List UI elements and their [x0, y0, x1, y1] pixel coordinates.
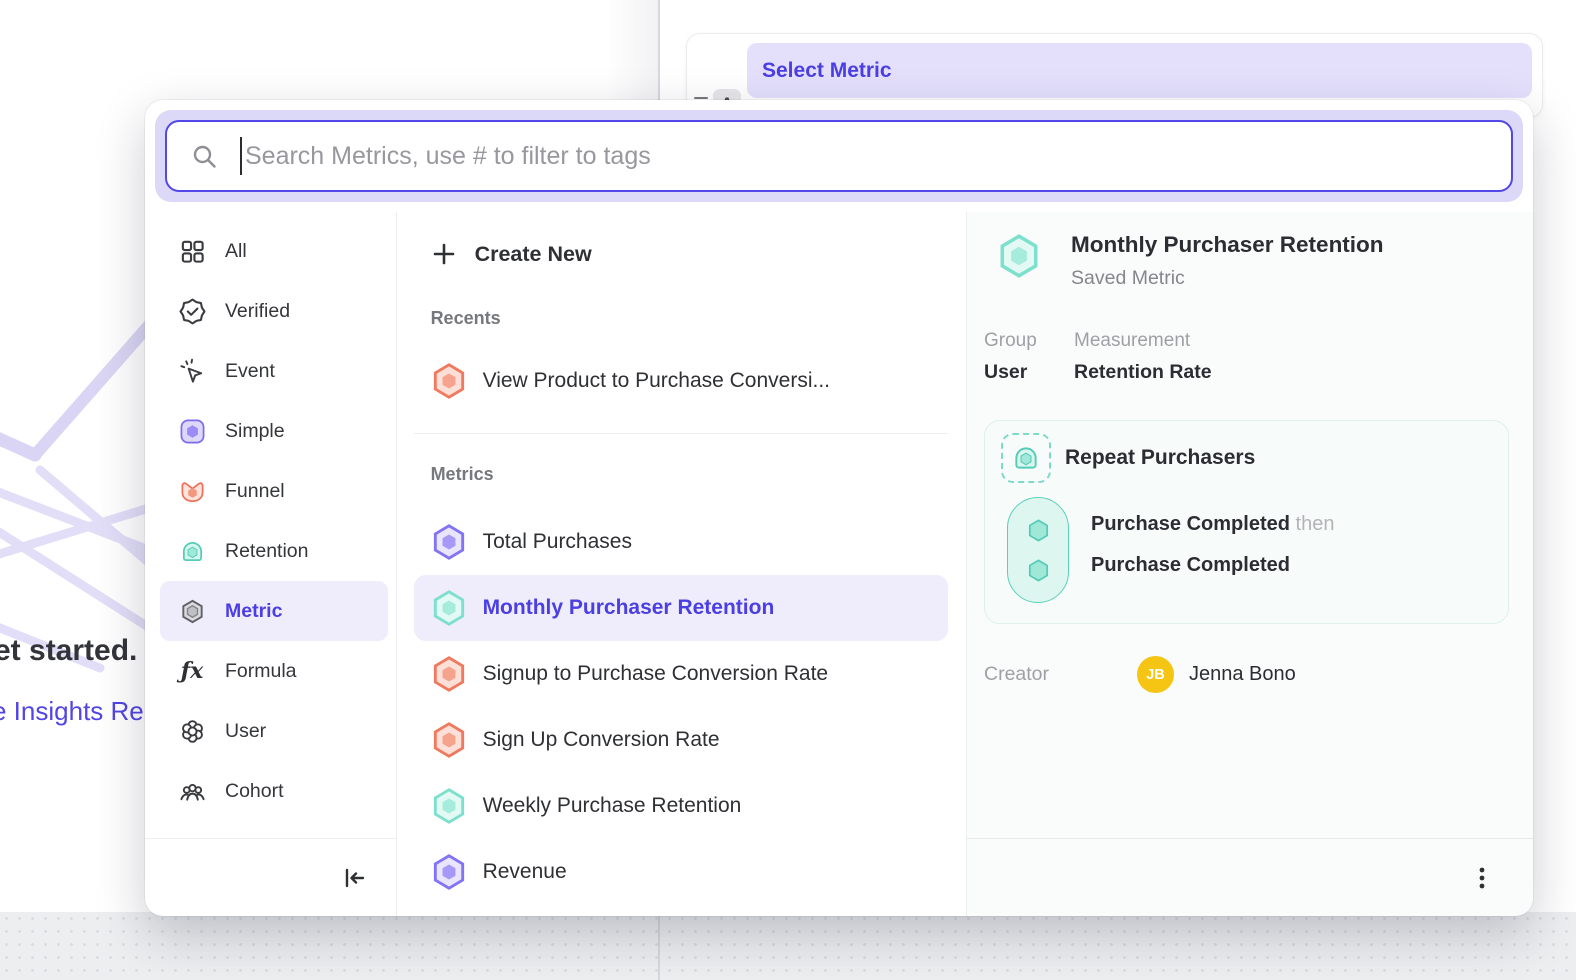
retention-icon [178, 537, 206, 565]
list-item-recent-metric[interactable]: View Product to Purchase Conversi... [414, 349, 948, 413]
sidebar-item-label: Funnel [225, 480, 285, 503]
sidebar-item-label: Simple [225, 420, 285, 443]
creator-row: Creator JB Jenna Bono [984, 656, 1509, 693]
detail-title: Monthly Purchaser Retention [1071, 232, 1384, 258]
create-new-label: Create New [475, 242, 592, 267]
section-divider [414, 433, 948, 434]
sidebar-item-label: Verified [225, 300, 290, 323]
metric-hexagon-icon [431, 854, 467, 890]
list-item-weekly-purchase-retention[interactable]: Weekly Purchase Retention [414, 773, 948, 839]
list-item-label: Weekly Purchase Retention [483, 794, 742, 818]
retention-metric-hexagon-icon [431, 590, 467, 626]
step-connector: then [1296, 513, 1335, 535]
search-area: Search Metrics, use # to filter to tags [155, 110, 1523, 202]
list-item-sign-up-conversion-rate[interactable]: Sign Up Conversion Rate [414, 707, 948, 773]
search-input[interactable]: Search Metrics, use # to filter to tags [165, 120, 1513, 192]
sidebar-item-all[interactable]: All [160, 221, 388, 281]
sidebar-item-event[interactable]: Event [160, 341, 388, 401]
section-label-recents: Recents [431, 308, 948, 329]
list-item-total-purchases[interactable]: Total Purchases [414, 509, 948, 575]
badge-check-icon [178, 297, 206, 325]
user-cluster-icon [178, 717, 206, 745]
section-label-metrics: Metrics [431, 464, 948, 485]
detail-footer [967, 838, 1533, 916]
metric-hexagon-icon [431, 524, 467, 560]
sidebar-item-funnel[interactable]: Funnel [160, 461, 388, 521]
group-value: User [984, 361, 1074, 384]
sidebar-item-simple[interactable]: Simple [160, 401, 388, 461]
step-event-name: Purchase Completed [1091, 513, 1290, 535]
list-item-revenue[interactable]: Revenue [414, 839, 948, 905]
formula-icon: ƒx [178, 657, 206, 685]
kebab-menu-icon [1469, 865, 1495, 891]
list-item-label: Revenue [483, 860, 567, 884]
saved-metric-hexagon-icon [997, 234, 1041, 278]
detail-meta: Group User Measurement Retention Rate [984, 330, 1509, 384]
sidebar-item-label: Event [225, 360, 275, 383]
metric-list-column: Create New Recents View Product to Purch… [397, 212, 967, 916]
insights-report-link-fragment[interactable]: e Insights Re [0, 696, 144, 727]
sidebar-item-label: User [225, 720, 266, 743]
sidebar-item-label: Cohort [225, 780, 284, 803]
sidebar-item-formula[interactable]: ƒx Formula [160, 641, 388, 701]
list-item-signup-to-purchase-conversion-rate[interactable]: Signup to Purchase Conversion Rate [414, 641, 948, 707]
sidebar-item-label: Formula [225, 660, 297, 683]
sidebar-item-metric[interactable]: Metric [160, 581, 388, 641]
metric-definition-card: Repeat Purchasers Purchase Completed the… [984, 420, 1509, 624]
retention-metric-hexagon-icon [431, 788, 467, 824]
more-options-button[interactable] [1469, 865, 1495, 891]
canvas-bottom-band [0, 912, 1576, 980]
getting-started-heading-fragment: et started. [0, 634, 137, 668]
event-hexagon-icon [1025, 517, 1052, 544]
search-icon [191, 143, 218, 170]
search-placeholder: Search Metrics, use # to filter to tags [245, 142, 651, 171]
detail-header: Monthly Purchaser Retention Saved Metric [997, 232, 1509, 290]
metric-detail-panel: Monthly Purchaser Retention Saved Metric… [967, 212, 1533, 916]
select-metric-button[interactable]: Select Metric [747, 43, 1532, 98]
cursor-spark-icon [178, 357, 206, 385]
creator-avatar[interactable]: JB [1137, 656, 1174, 693]
sidebar-item-verified[interactable]: Verified [160, 281, 388, 341]
retention-definition-icon [1001, 433, 1051, 483]
step-event-name: Purchase Completed [1091, 554, 1290, 576]
sidebar-item-label: Metric [225, 600, 282, 623]
definition-steps: Purchase Completed then Purchase Complet… [1091, 497, 1334, 603]
list-item-label: View Product to Purchase Conversi... [483, 369, 830, 393]
simple-metric-icon [178, 417, 206, 445]
sidebar-item-user[interactable]: User [160, 701, 388, 761]
event-sequence-capsule [1007, 497, 1069, 603]
list-item-label: Monthly Purchaser Retention [483, 596, 775, 620]
cohort-icon [178, 777, 206, 805]
sidebar-item-cohort[interactable]: Cohort [160, 761, 388, 821]
create-new-button[interactable]: Create New [414, 228, 966, 280]
creator-name: Jenna Bono [1189, 663, 1296, 686]
sidebar-item-label: All [225, 240, 247, 263]
creator-label: Creator [984, 663, 1137, 686]
sidebar-item-label: Retention [225, 540, 308, 563]
sidebar-footer [145, 838, 396, 916]
grid-icon [178, 237, 206, 265]
list-item-label: Sign Up Conversion Rate [483, 728, 720, 752]
collapse-left-icon [342, 865, 368, 891]
measurement-label: Measurement [1074, 330, 1212, 352]
event-hexagon-icon [1025, 557, 1052, 584]
sidebar-item-retention[interactable]: Retention [160, 521, 388, 581]
plus-icon [431, 241, 457, 267]
list-item-monthly-purchaser-retention[interactable]: Monthly Purchaser Retention [414, 575, 948, 641]
list-item-label: Signup to Purchase Conversion Rate [483, 662, 829, 686]
filter-sidebar: All Verified Event [145, 212, 397, 916]
funnel-metric-hexagon-icon [431, 656, 467, 692]
detail-subtitle: Saved Metric [1071, 267, 1384, 290]
text-caret [240, 137, 242, 175]
funnel-icon [178, 477, 206, 505]
group-label: Group [984, 330, 1074, 352]
metric-picker-modal: Search Metrics, use # to filter to tags … [145, 100, 1533, 916]
funnel-metric-hexagon-icon [431, 722, 467, 758]
definition-name: Repeat Purchasers [1065, 446, 1255, 470]
measurement-value: Retention Rate [1074, 361, 1212, 384]
collapse-sidebar-button[interactable] [342, 865, 368, 891]
list-item-label: Total Purchases [483, 530, 632, 554]
metric-hexagon-icon [178, 597, 206, 625]
funnel-metric-hexagon-icon [431, 363, 467, 399]
